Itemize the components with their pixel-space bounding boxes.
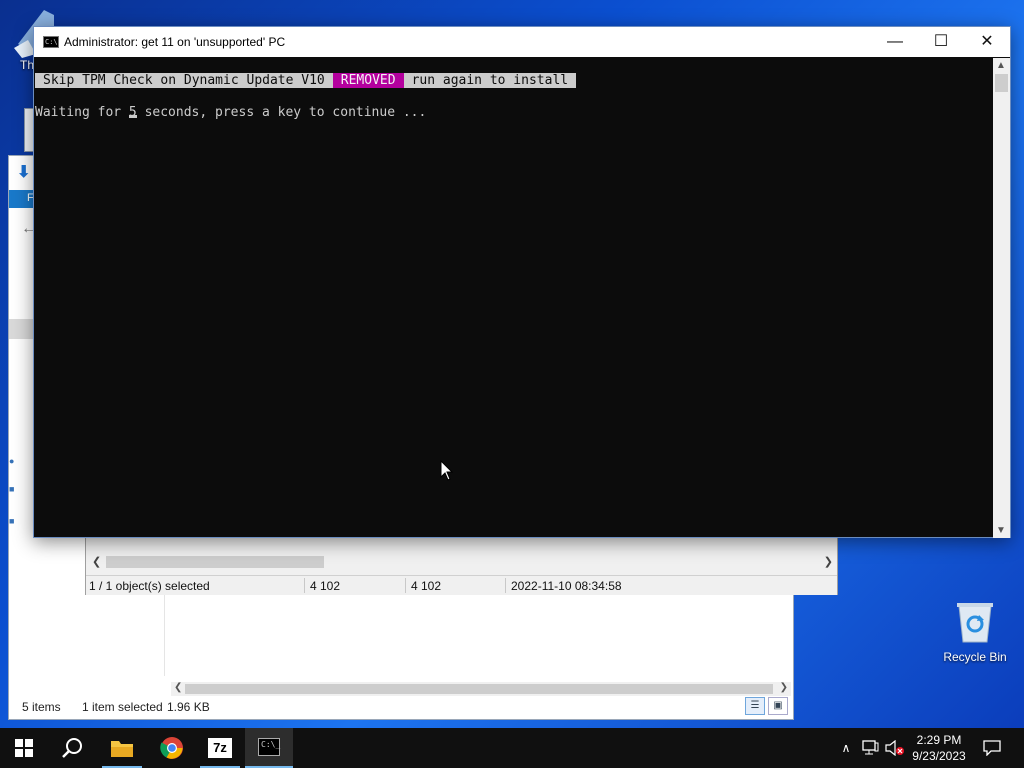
taskbar-7zip[interactable]: 7z [196, 728, 244, 768]
system-clock[interactable]: 2:29 PM 9/23/2023 [905, 732, 973, 764]
status-selection: 1 / 1 object(s) selected [89, 579, 210, 593]
scrollbar-thumb[interactable] [106, 556, 324, 568]
maximize-button[interactable]: ☐ [918, 27, 964, 57]
network-icon[interactable] [860, 728, 882, 768]
search-icon [62, 738, 82, 758]
sevenzip-window[interactable]: ❮ ❯ 1 / 1 object(s) selected 4 102 4 102… [85, 535, 838, 595]
status-divider [405, 578, 406, 593]
scroll-up-arrow-icon[interactable]: ▲ [996, 60, 1006, 71]
console-banner-line: Skip TPM Check on Dynamic Update V10 REMO… [35, 73, 577, 89]
explorer-status-bar: 5 items 1 item selected 1.96 KB ☰ ▣ [9, 693, 793, 719]
status-selected: 1 item selected [82, 700, 163, 714]
console-title: Administrator: get 11 on 'unsupported' P… [64, 35, 286, 49]
wait-suffix: seconds, press a key to continue ... [136, 105, 427, 120]
scroll-right-arrow-icon[interactable]: ❯ [824, 555, 833, 568]
scroll-left-arrow-icon[interactable]: ❮ [174, 682, 182, 693]
sevenzip-status-bar: 1 / 1 object(s) selected 4 102 4 102 202… [86, 575, 837, 595]
nav-pane-selected-item[interactable] [9, 319, 35, 339]
status-item-count: 5 items [22, 700, 61, 714]
sevenzip-horizontal-scrollbar[interactable]: ❮ ❯ [88, 554, 837, 570]
status-size: 4 102 [310, 579, 341, 593]
status-modified: 2022-11-10 08:34:58 [511, 579, 622, 593]
details-view-icon[interactable]: ☰ [745, 697, 765, 715]
mouse-pointer-icon [440, 460, 454, 481]
scrollbar-thumb[interactable] [995, 74, 1008, 92]
recycle-bin[interactable]: Recycle Bin [935, 600, 1015, 664]
scroll-down-arrow-icon[interactable]: ▼ [996, 525, 1006, 536]
taskbar-chrome[interactable] [148, 728, 196, 768]
scroll-left-arrow-icon[interactable]: ❮ [92, 555, 101, 568]
ribbon-file-tab[interactable]: F [9, 190, 35, 208]
clock-date: 9/23/2023 [912, 749, 966, 763]
banner-suffix: run again to install [403, 73, 577, 88]
banner-removed-badge: REMOVED [332, 73, 404, 88]
nav-pane-glyph: ● [9, 456, 15, 466]
nav-pane-glyph: ■ [9, 484, 15, 494]
taskbar-file-explorer[interactable] [98, 728, 146, 768]
search-button[interactable] [48, 728, 96, 768]
folder-icon [111, 741, 133, 757]
show-hidden-icons-chevron-icon[interactable]: ∧ [836, 728, 856, 768]
console-window[interactable]: C:\ Administrator: get 11 on 'unsupporte… [33, 26, 1011, 538]
banner-label: Skip TPM Check on Dynamic Update V10 [35, 73, 333, 88]
action-center-button[interactable] [978, 728, 1006, 768]
taskbar-command-prompt[interactable]: C:\_ [245, 728, 293, 768]
download-arrow-icon: ⬇ [17, 164, 31, 181]
status-divider [304, 578, 305, 593]
console-wait-line: Waiting for 5 seconds, press a key to co… [35, 105, 426, 121]
notification-icon [983, 740, 1001, 756]
console-output[interactable]: Skip TPM Check on Dynamic Update V10 REMO… [34, 58, 995, 538]
console-vertical-scrollbar[interactable]: ▲ ▼ [993, 58, 1010, 538]
console-text-cursor [128, 115, 137, 118]
recycle-bin-label: Recycle Bin [943, 650, 1007, 664]
windows-logo-icon [15, 739, 33, 757]
nav-pane-glyph: ■ [9, 516, 15, 526]
close-button[interactable]: ✕ [964, 27, 1010, 57]
scroll-right-arrow-icon[interactable]: ❯ [780, 682, 788, 693]
desktop-icon-label: Th [20, 58, 35, 72]
status-size: 1.96 KB [167, 700, 210, 714]
start-button[interactable] [0, 728, 48, 768]
clock-time: 2:29 PM [916, 733, 962, 747]
taskbar: 7z C:\_ ∧ 2:29 PM 9/23/2023 [0, 728, 1024, 768]
minimize-button[interactable]: — [872, 27, 918, 57]
sevenzip-icon: 7z [208, 738, 232, 758]
cmd-icon: C:\ [43, 36, 59, 48]
large-icons-view-icon[interactable]: ▣ [768, 697, 788, 715]
console-title-bar[interactable]: C:\ Administrator: get 11 on 'unsupporte… [34, 27, 1010, 57]
cmd-icon: C:\_ [258, 738, 280, 756]
chrome-icon [160, 737, 183, 759]
wait-prefix: Waiting for 5 [35, 105, 137, 120]
status-divider [505, 578, 506, 593]
status-packed-size: 4 102 [411, 579, 442, 593]
volume-muted-icon[interactable] [884, 728, 906, 768]
recycle-bin-icon [955, 600, 995, 644]
nav-pane-divider [164, 592, 165, 676]
